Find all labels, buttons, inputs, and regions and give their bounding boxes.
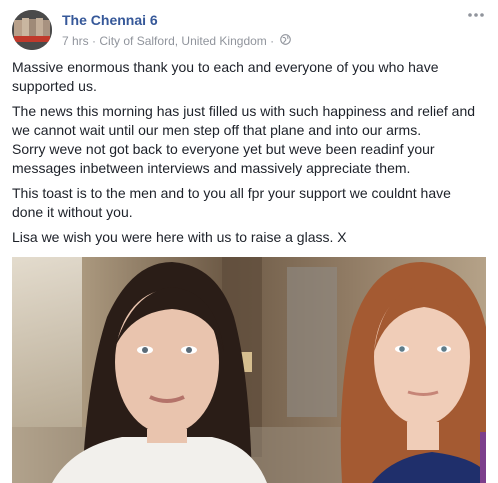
post-timestamp[interactable]: 7 hrs: [62, 34, 89, 48]
ellipsis-icon[interactable]: [466, 10, 486, 26]
post-paragraph: Sorry weve not got back to everyone yet …: [12, 141, 435, 176]
post-body: Massive enormous thank you to each and e…: [12, 58, 484, 253]
post-paragraph: This toast is to the men and to you all …: [12, 185, 451, 220]
post-location[interactable]: City of Salford, United Kingdom: [99, 34, 266, 48]
post-header: The Chennai 6 7 hrs · City of Salford, U…: [12, 10, 486, 52]
post-meta: 7 hrs · City of Salford, United Kingdom …: [62, 33, 292, 48]
globe-icon[interactable]: [280, 34, 292, 48]
post-paragraph: The news this morning has just filled us…: [12, 103, 476, 138]
page-name-link[interactable]: The Chennai 6: [62, 12, 158, 28]
post-paragraph: Massive enormous thank you to each and e…: [12, 59, 439, 94]
post-video[interactable]: [12, 257, 486, 483]
meta-separator-2: ·: [270, 33, 275, 48]
meta-separator: ·: [92, 33, 97, 48]
post-paragraph: Lisa we wish you were here with us to ra…: [12, 229, 347, 245]
page-avatar[interactable]: [12, 10, 52, 50]
facebook-post: The Chennai 6 7 hrs · City of Salford, U…: [0, 0, 498, 483]
